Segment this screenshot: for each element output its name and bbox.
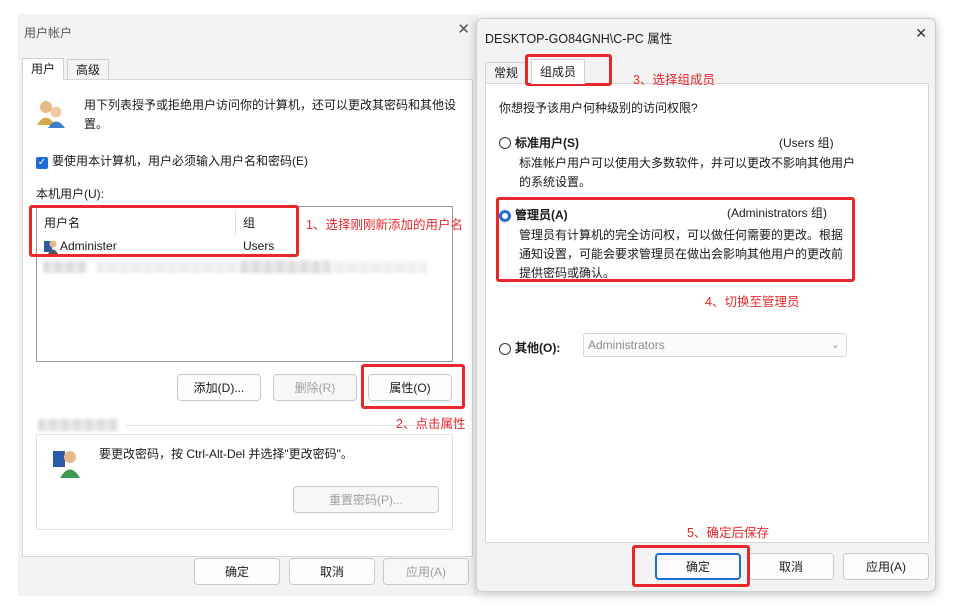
window-title: 用户帐户	[24, 26, 73, 40]
other-radio[interactable]	[499, 343, 511, 355]
annotation-step1: 1、选择刚刚新添加的用户名	[306, 218, 463, 232]
cancel-button[interactable]: 取消	[289, 558, 375, 585]
user-accounts-window: 用户帐户 ✕ 用户 高级 用下列表授予或拒绝用户访问你的计算机，还可以更改其密码…	[18, 14, 478, 596]
annotation-step2: 2、点击属性	[396, 417, 466, 431]
apply-button[interactable]: 应用(A)	[843, 553, 929, 580]
chevron-down-icon: ⌄	[830, 339, 840, 351]
intro-text: 用下列表授予或拒绝用户访问你的计算机，还可以更改其密码和其他设置。	[84, 98, 457, 131]
annotation-step5: 5、确定后保存	[687, 526, 769, 540]
standard-user-radio[interactable]	[499, 137, 511, 149]
password-hint: 要更改密码，按 Ctrl-Alt-Del 并选择"更改密码"。	[99, 447, 353, 461]
highlight-properties	[361, 364, 465, 409]
tab-advanced[interactable]: 高级	[67, 59, 110, 81]
standard-user-label[interactable]: 标准用户(S)	[515, 134, 579, 153]
cancel-button[interactable]: 取消	[748, 553, 834, 580]
window-title: DESKTOP-GO84GNH\C-PC 属性	[485, 32, 673, 46]
close-icon[interactable]: ✕	[457, 20, 470, 38]
blurred-username	[43, 261, 87, 273]
tab-users[interactable]: 用户	[22, 58, 65, 80]
access-question: 你想授予该用户何种级别的访问权限?	[499, 101, 698, 115]
remove-user-button[interactable]: 删除(R)	[273, 374, 357, 401]
other-group-select[interactable]: Administrators ⌄	[583, 333, 847, 357]
highlight-new-user	[29, 205, 299, 257]
tab-general[interactable]: 常规	[485, 62, 528, 84]
other-group-value: Administrators	[588, 338, 665, 352]
must-login-label: 要使用本计算机，用户必须输入用户名和密码(E)	[52, 154, 308, 168]
reset-password-button[interactable]: 重置密码(P)...	[293, 486, 439, 513]
other-label[interactable]: 其他(O):	[515, 339, 560, 358]
close-icon[interactable]: ✕	[915, 25, 927, 42]
add-user-button[interactable]: 添加(D)...	[177, 374, 261, 401]
user-key-icon	[53, 451, 80, 478]
ok-button[interactable]: 确定	[194, 558, 280, 585]
blurred-group	[241, 261, 329, 273]
password-group: 要更改密码，按 Ctrl-Alt-Del 并选择"更改密码"。 重置密码(P).…	[36, 434, 453, 530]
local-users-label: 本机用户(U):	[36, 187, 104, 201]
annotation-step4: 4、切换至管理员	[705, 295, 800, 309]
annotation-step3: 3、选择组成员	[633, 73, 715, 87]
apply-button[interactable]: 应用(A)	[383, 558, 469, 585]
standard-user-group: (Users 组)	[779, 136, 834, 150]
highlight-administrator	[496, 197, 855, 282]
standard-user-desc: 标准帐户用户可以使用大多数软件，并可以更改不影响其他用户的系统设置。	[519, 156, 856, 189]
users-icon	[37, 101, 65, 128]
blurred-group-title	[38, 419, 118, 431]
tab-group-membership[interactable]: 组成员	[531, 59, 586, 84]
must-login-checkbox[interactable]: ✓	[36, 157, 48, 169]
highlight-ok	[632, 545, 750, 587]
